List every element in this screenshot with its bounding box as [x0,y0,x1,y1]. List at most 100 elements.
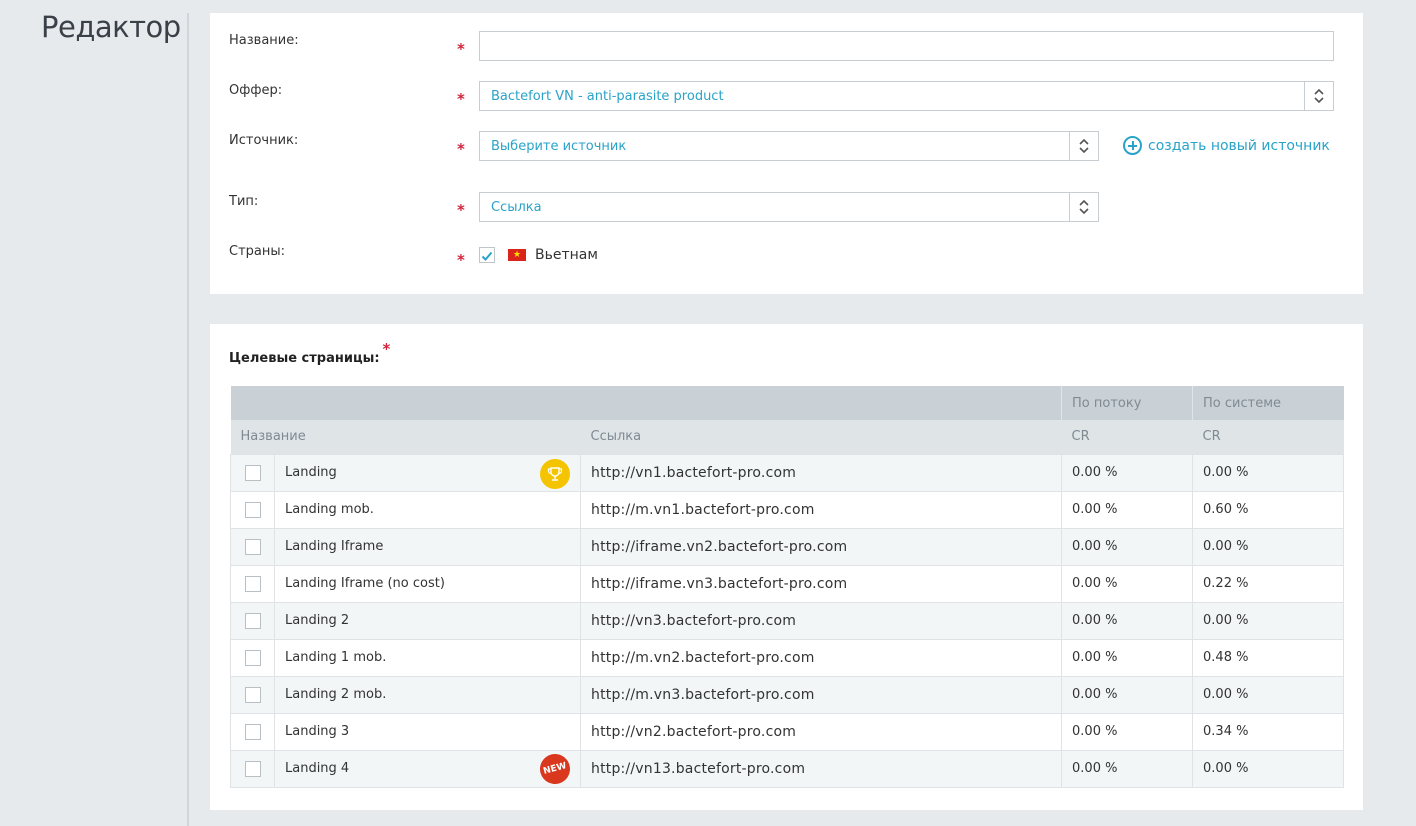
table-row: Landing 1 mob. http://m.vn2.bactefort-pr… [230,638,1345,677]
landing-name: Landing 4 [285,761,350,776]
landing-link[interactable]: http://vn2.bactefort-pro.com [579,712,1063,751]
row-checkbox[interactable] [244,538,261,555]
type-label: Тип: [229,194,259,209]
offer-select-value: Bactefort VN - anti-parasite product [491,88,724,104]
select-arrows-icon[interactable] [1304,82,1333,110]
landing-name: Landing Iframe [274,527,581,566]
row-checkbox[interactable] [244,464,261,481]
select-arrows-icon[interactable] [1069,193,1098,221]
row-checkbox[interactable] [244,575,261,592]
landing-name: Landing 2 [274,601,581,640]
source-label: Источник: [229,133,299,148]
name-input-wrapper[interactable] [479,31,1334,61]
row-name-cell: Landing [274,453,581,492]
plus-circle-icon [1123,136,1142,155]
cr-system-value: 0.00 % [1192,749,1345,788]
countries-label: Страны: [229,244,286,259]
cr-flow-value: 0.00 % [1061,453,1194,492]
create-source-link[interactable]: создать новый источник [1123,136,1330,155]
table-row: Landing 3 http://vn2.bactefort-pro.com 0… [230,712,1345,751]
cr-system-value: 0.00 % [1192,675,1345,714]
group-header-empty [230,386,1063,420]
column-header-cr-flow[interactable]: CR [1061,420,1193,454]
column-header-name[interactable]: Название [230,420,581,454]
table-row: Landing Iframe (no cost) http://iframe.v… [230,564,1345,603]
name-required-mark: * [457,40,465,58]
landing-name: Landing 3 [274,712,581,751]
name-input[interactable] [491,32,1322,60]
landing-name: Landing 2 mob. [274,675,581,714]
type-select[interactable]: Ссылка [479,192,1099,222]
type-required-mark: * [457,201,465,219]
cr-flow-value: 0.00 % [1061,749,1194,788]
offer-select[interactable]: Bactefort VN - anti-parasite product [479,81,1334,111]
row-checkbox-cell [230,564,275,603]
row-checkbox-cell [230,601,275,640]
landing-link[interactable]: http://m.vn3.bactefort-pro.com [579,675,1063,714]
checkmark-icon [481,251,493,261]
name-label: Название: [229,33,299,48]
table-row: Landing 4 NEW http://vn13.bactefort-pro.… [230,749,1345,788]
cr-flow-value: 0.00 % [1061,527,1194,566]
table-row: Landing 2 http://vn3.bactefort-pro.com 0… [230,601,1345,640]
row-checkbox[interactable] [244,686,261,703]
row-checkbox[interactable] [244,723,261,740]
table-row: Landing 2 mob. http://m.vn3.bactefort-pr… [230,675,1345,714]
row-checkbox[interactable] [244,760,261,777]
cr-flow-value: 0.00 % [1061,490,1194,529]
landing-link[interactable]: http://m.vn2.bactefort-pro.com [579,638,1063,677]
row-checkbox[interactable] [244,612,261,629]
column-header-cr-system[interactable]: CR [1192,420,1344,454]
country-name: Вьетнам [535,247,598,263]
page-title: Редактор [41,10,181,44]
create-source-label: создать новый источник [1148,137,1330,154]
group-header-flow: По потоку [1061,386,1194,420]
country-checkbox-vietnam[interactable] [479,247,495,263]
landings-required-mark: * [382,340,391,358]
landing-link[interactable]: http://vn13.bactefort-pro.com [579,749,1063,788]
row-checkbox-cell [230,712,275,751]
vertical-divider [187,13,189,826]
landing-link[interactable]: http://vn3.bactefort-pro.com [579,601,1063,640]
cr-flow-value: 0.00 % [1061,601,1194,640]
landings-title-text: Целевые страницы: [229,351,380,366]
landing-link[interactable]: http://iframe.vn3.bactefort-pro.com [579,564,1063,603]
cr-flow-value: 0.00 % [1061,712,1194,751]
table-row: Landing http://vn1.bactefort-pro.com 0.0… [230,453,1345,492]
row-checkbox[interactable] [244,501,261,518]
landing-name: Landing [285,465,337,480]
cr-system-value: 0.22 % [1192,564,1345,603]
offer-label: Оффер: [229,83,283,98]
table-row: Landing Iframe http://iframe.vn2.bactefo… [230,527,1345,566]
cr-system-value: 0.00 % [1192,453,1345,492]
cr-system-value: 0.00 % [1192,527,1345,566]
source-select[interactable]: Выберите источник [479,131,1099,161]
row-checkbox-cell [230,527,275,566]
landing-name: Landing Iframe (no cost) [274,564,581,603]
cr-flow-value: 0.00 % [1061,564,1194,603]
cr-system-value: 0.34 % [1192,712,1345,751]
source-select-value: Выберите источник [491,138,627,154]
row-checkbox-cell [230,749,275,788]
row-checkbox-cell [230,453,275,492]
landings-section-title: Целевые страницы:* [229,340,390,366]
cr-flow-value: 0.00 % [1061,638,1194,677]
editor-form-panel: Название: * Оффер: * Bactefort VN - anti… [210,13,1363,294]
table-header-row: Название Ссылка CR CR [230,420,1344,454]
new-badge-icon: NEW [536,751,574,786]
row-checkbox-cell [230,490,275,529]
offer-required-mark: * [457,90,465,108]
table-row: Landing mob. http://m.vn1.bactefort-pro.… [230,490,1345,529]
landing-name: Landing 1 mob. [274,638,581,677]
column-header-link[interactable]: Ссылка [580,420,1062,454]
landing-link[interactable]: http://vn1.bactefort-pro.com [579,453,1063,492]
countries-required-mark: * [457,251,465,269]
cr-system-value: 0.48 % [1192,638,1345,677]
row-name-cell: Landing 4 NEW [274,749,581,788]
row-checkbox[interactable] [244,649,261,666]
landing-link[interactable]: http://iframe.vn2.bactefort-pro.com [579,527,1063,566]
landing-link[interactable]: http://m.vn1.bactefort-pro.com [579,490,1063,529]
trophy-icon [540,458,570,489]
select-arrows-icon[interactable] [1069,132,1098,160]
table-group-header-row: По потоку По системе [230,386,1344,420]
